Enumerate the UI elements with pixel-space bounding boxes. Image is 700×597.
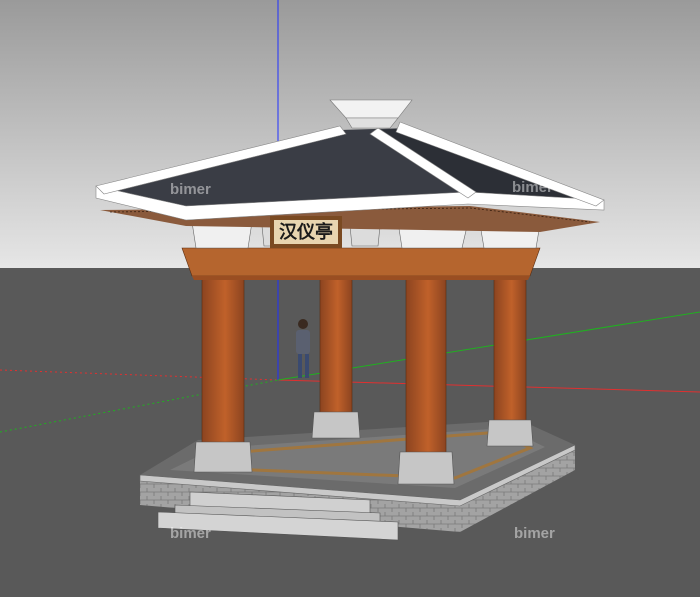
watermark-2: bimer — [512, 179, 553, 196]
lintel-beam — [181, 247, 541, 280]
watermark-4: bimer — [514, 525, 555, 542]
watermark-3: bimer — [170, 525, 211, 542]
pavilion-model-render: 汉仪亭 bimer bimer bimer bimer — [0, 0, 700, 597]
column-front-left — [193, 269, 253, 473]
sketchup-viewport: 汉仪亭 bimer bimer bimer bimer — [0, 0, 700, 597]
plaque-text: 汉仪亭 — [279, 221, 333, 243]
column-back-right — [486, 269, 534, 447]
name-plaque: 汉仪亭 — [270, 216, 342, 248]
column-front-right — [397, 269, 455, 485]
watermark-1: bimer — [170, 181, 211, 198]
